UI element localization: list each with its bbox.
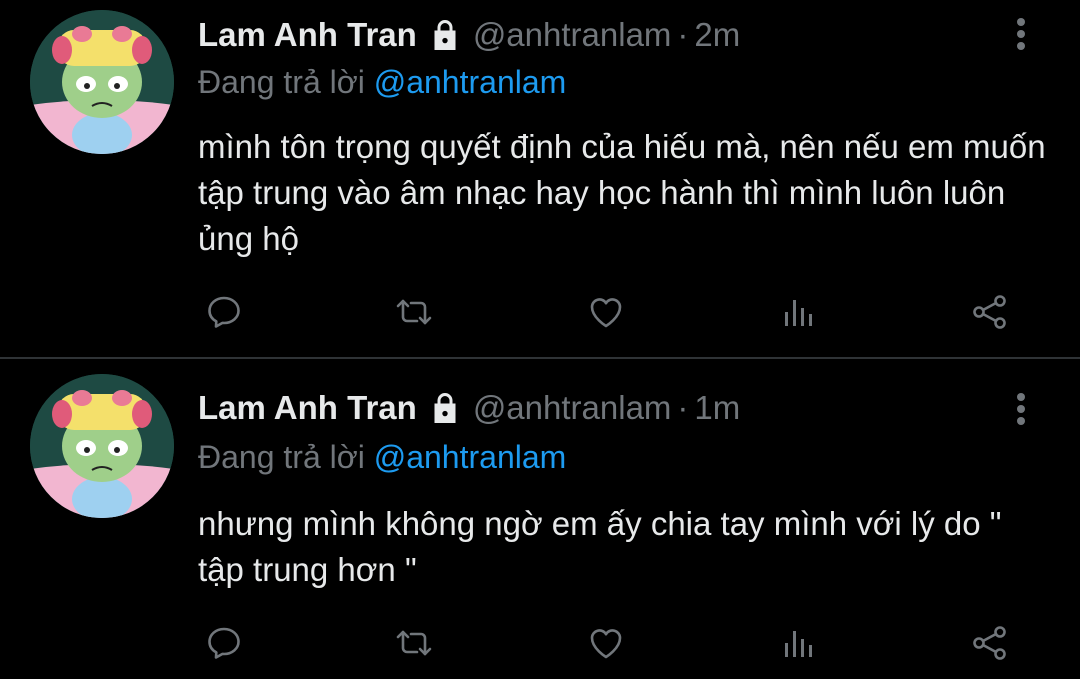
replying-to: Đang trả lời @anhtranlam [198, 439, 566, 476]
replying-to-label: Đang trả lời [198, 64, 365, 100]
lock-icon [427, 17, 463, 53]
more-vertical-icon[interactable] [1008, 389, 1034, 429]
timestamp[interactable]: 2m [694, 16, 740, 53]
retweet-icon[interactable] [392, 621, 436, 665]
tweet-text: nhưng mình không ngờ em ấy chia tay mình… [198, 505, 1002, 588]
tweet-actions [198, 290, 1018, 334]
display-name[interactable]: Lam Anh Tran [198, 16, 417, 53]
share-icon[interactable] [968, 621, 1012, 665]
avatar[interactable] [30, 374, 174, 518]
avatar-image [30, 374, 174, 518]
like-icon[interactable] [584, 290, 628, 334]
reply-mention-link[interactable]: @anhtranlam [374, 64, 567, 100]
reply-icon[interactable] [202, 621, 246, 665]
avatar-image [30, 10, 174, 154]
lock-icon [427, 390, 463, 426]
retweet-icon[interactable] [392, 290, 436, 334]
username[interactable]: @anhtranlam [473, 16, 672, 53]
analytics-icon[interactable] [776, 290, 820, 334]
reply-mention-link[interactable]: @anhtranlam [374, 439, 567, 475]
reply-icon[interactable] [202, 290, 246, 334]
display-name[interactable]: Lam Anh Tran [198, 389, 417, 426]
replying-to-label: Đang trả lời [198, 439, 365, 475]
separator-dot: · [677, 16, 689, 53]
tweet-header: Lam Anh Tran @anhtranlam · 2m [198, 16, 740, 60]
tweet-actions [198, 621, 1018, 665]
avatar[interactable] [30, 10, 174, 154]
tweet-header: Lam Anh Tran @anhtranlam · 1m [198, 389, 740, 433]
more-vertical-icon[interactable] [1008, 14, 1034, 54]
analytics-icon[interactable] [776, 621, 820, 665]
replying-to: Đang trả lời @anhtranlam [198, 64, 566, 101]
tweet[interactable]: Lam Anh Tran @anhtranlam · 1m Đang trả lời … [0, 359, 1080, 679]
like-icon[interactable] [584, 621, 628, 665]
tweet-text: mình tôn trọng quyết định của hiếu mà, n… [198, 128, 1046, 257]
share-icon[interactable] [968, 290, 1012, 334]
timestamp[interactable]: 1m [694, 389, 740, 426]
tweet[interactable]: Lam Anh Tran @anhtranlam · 2m Đang trả lời … [0, 0, 1080, 357]
separator-dot: · [677, 389, 689, 426]
username[interactable]: @anhtranlam [473, 389, 672, 426]
